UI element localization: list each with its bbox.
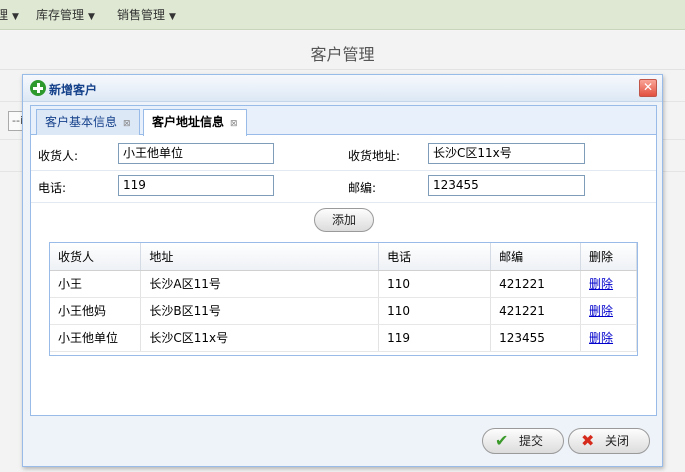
plus-icon bbox=[30, 80, 46, 96]
cell-phone: 119 bbox=[378, 324, 492, 352]
tab-address-info[interactable]: 客户地址信息 ⊠ bbox=[143, 109, 247, 136]
delete-link[interactable]: 删除 bbox=[589, 331, 613, 345]
divider bbox=[31, 202, 656, 203]
address-label: 收货地址: bbox=[348, 149, 401, 163]
address-input[interactable]: 长沙C区11x号 bbox=[428, 143, 585, 164]
receiver-label: 收货人: bbox=[38, 149, 79, 163]
cell-delete: 删除 bbox=[580, 270, 637, 298]
column-header-zip[interactable]: 邮编 bbox=[490, 243, 582, 271]
checkmark-icon: ✔ bbox=[495, 431, 509, 450]
add-button[interactable]: 添加 bbox=[314, 208, 374, 232]
chevron-down-icon: ▼ bbox=[12, 12, 19, 22]
x-icon: ✖ bbox=[581, 431, 595, 450]
cell-delete: 删除 bbox=[580, 297, 637, 325]
new-customer-dialog: 新增客户 ✕ 客户基本信息 ⊠ 客户地址信息 ⊠ 收货人: 小王他单位 收货地址: … bbox=[22, 74, 663, 467]
menu-item-partial[interactable]: 理 ▼ bbox=[0, 6, 19, 23]
cell-phone: 110 bbox=[378, 270, 492, 298]
column-header-delete[interactable]: 删除 bbox=[580, 243, 637, 271]
zip-input[interactable]: 123455 bbox=[428, 175, 585, 196]
tab-strip: 客户基本信息 ⊠ 客户地址信息 ⊠ bbox=[31, 106, 656, 136]
divider bbox=[31, 170, 656, 171]
cell-zip: 123455 bbox=[490, 324, 582, 352]
phone-label: 电话: bbox=[38, 181, 67, 195]
chevron-down-icon: ▼ bbox=[88, 12, 95, 22]
cell-receiver: 小王 bbox=[50, 270, 142, 298]
tab-close-icon[interactable]: ⊠ bbox=[123, 119, 131, 129]
delete-link[interactable]: 删除 bbox=[589, 304, 613, 318]
cell-zip: 421221 bbox=[490, 297, 582, 325]
receiver-input[interactable]: 小王他单位 bbox=[118, 143, 274, 164]
menu-item-inventory[interactable]: 库存管理 ▼ bbox=[36, 6, 95, 23]
dialog-close-button[interactable]: ✕ bbox=[639, 79, 657, 97]
cell-phone: 110 bbox=[378, 297, 492, 325]
zip-label: 邮编: bbox=[348, 181, 377, 195]
table-row[interactable]: 小王 长沙A区11号 110 421221 删除 bbox=[50, 270, 637, 298]
divider bbox=[0, 69, 685, 70]
close-button[interactable]: ✖ 关闭 bbox=[568, 428, 650, 454]
address-form: 收货人: 小王他单位 收货地址: 长沙C区11x号 电话: 119 邮编: 12… bbox=[31, 136, 656, 216]
dialog-title: 新增客户 bbox=[49, 83, 98, 97]
page-title: 客户管理 bbox=[310, 45, 375, 64]
tab-close-icon[interactable]: ⊠ bbox=[230, 119, 238, 129]
grid-header-row: 收货人 地址 电话 邮编 删除 bbox=[50, 243, 637, 271]
table-row[interactable]: 小王他单位 长沙C区11x号 119 123455 删除 bbox=[50, 324, 637, 352]
submit-button[interactable]: ✔ 提交 bbox=[482, 428, 564, 454]
dialog-header[interactable]: 新增客户 ✕ bbox=[23, 75, 662, 102]
tab-panel: 客户基本信息 ⊠ 客户地址信息 ⊠ 收货人: 小王他单位 收货地址: 长沙C区11x… bbox=[30, 105, 657, 416]
cell-address: 长沙A区11号 bbox=[140, 270, 380, 298]
delete-link[interactable]: 删除 bbox=[589, 277, 613, 291]
cell-address: 长沙B区11号 bbox=[140, 297, 380, 325]
close-icon: ✕ bbox=[642, 80, 654, 94]
column-header-address[interactable]: 地址 bbox=[140, 243, 380, 271]
chevron-down-icon: ▼ bbox=[169, 12, 176, 22]
address-grid: 收货人 地址 电话 邮编 删除 小王 长沙A区11号 110 421221 删除 bbox=[49, 242, 638, 356]
phone-input[interactable]: 119 bbox=[118, 175, 274, 196]
column-header-receiver[interactable]: 收货人 bbox=[50, 243, 142, 271]
column-header-phone[interactable]: 电话 bbox=[378, 243, 492, 271]
table-row[interactable]: 小王他妈 长沙B区11号 110 421221 删除 bbox=[50, 297, 637, 325]
top-menubar: 理 ▼ 库存管理 ▼ 销售管理 ▼ bbox=[0, 0, 685, 30]
dialog-footer: ✔ 提交 ✖ 关闭 bbox=[23, 419, 662, 466]
menu-item-sales[interactable]: 销售管理 ▼ bbox=[117, 6, 176, 23]
cell-receiver: 小王他妈 bbox=[50, 297, 142, 325]
cell-delete: 删除 bbox=[580, 324, 637, 352]
tab-basic-info[interactable]: 客户基本信息 ⊠ bbox=[36, 109, 140, 135]
cell-zip: 421221 bbox=[490, 270, 582, 298]
cell-address: 长沙C区11x号 bbox=[140, 324, 380, 352]
cell-receiver: 小王他单位 bbox=[50, 324, 142, 352]
